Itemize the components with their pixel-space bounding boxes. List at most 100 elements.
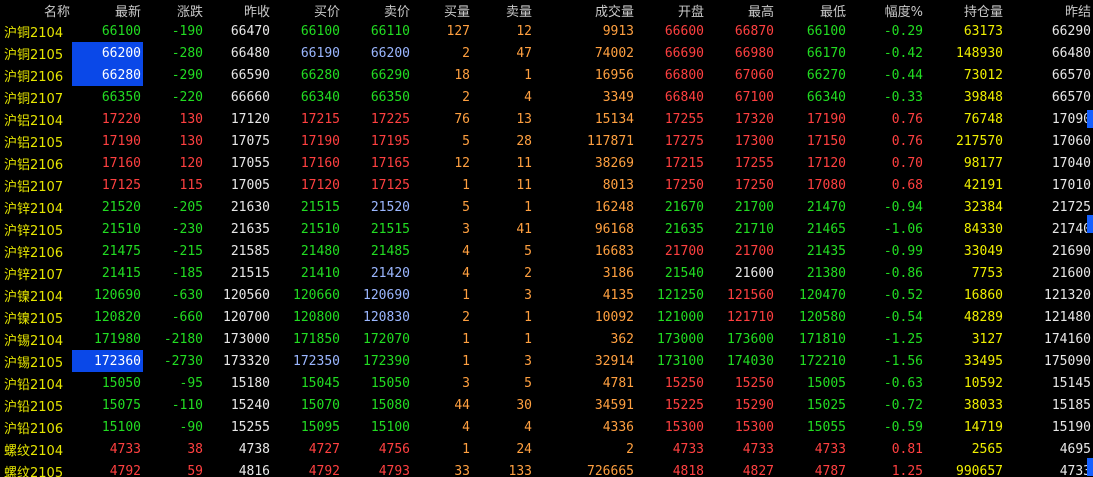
cell-vol: 4336: [602, 419, 634, 435]
cell-bidvol: 5: [462, 133, 470, 149]
cell-bidvol: 1: [462, 287, 470, 303]
table-row[interactable]: 沪铅2105 15075 -110 15240 15070 15080 44 30 34591 1…: [0, 394, 1093, 416]
cell-askvol: 1: [524, 331, 532, 347]
cell-settle: 4733: [1059, 463, 1091, 477]
cell-ask: 120690: [363, 287, 410, 303]
table-row[interactable]: 沪铝2104 17220 130 17120 17215 17225 76 13 15134 17…: [0, 108, 1093, 130]
cell-last: 15075: [101, 397, 141, 413]
table-row[interactable]: 沪铜2106 66280 -290 66590 66280 66290 18 1 16956 66…: [0, 64, 1093, 86]
cell-oi: 3127: [971, 331, 1003, 347]
column-header[interactable]: 最低: [776, 0, 848, 20]
table-row[interactable]: 沪锌2105 21510 -230 21635 21510 21515 3 41 96168 21…: [0, 218, 1093, 240]
table-row[interactable]: 沪铜2107 66350 -220 66660 66340 66350 2 4 3349 6684…: [0, 86, 1093, 108]
column-header[interactable]: 最新: [72, 0, 143, 20]
table-row[interactable]: 沪铅2104 15050 -95 15180 15045 15050 3 5 4781 15250…: [0, 372, 1093, 394]
table-row[interactable]: 螺纹2105 4792 59 4816 4792 4793 33 133 726665 4818 4…: [0, 460, 1093, 477]
table-row[interactable]: 沪锡2104 171980 -2180 173000 171850 172070 1 1 362…: [0, 328, 1093, 350]
cell-askvol: 24: [516, 441, 532, 457]
column-header[interactable]: 幅度%: [848, 0, 925, 20]
cell-settle: 4695: [1059, 441, 1091, 457]
cell-high: 21710: [734, 221, 774, 237]
cell-oi: 39848: [963, 89, 1003, 105]
column-header[interactable]: 昨收: [205, 0, 272, 20]
cell-bidvol: 2: [462, 309, 470, 325]
table-row[interactable]: 沪铝2106 17160 120 17055 17160 17165 12 11 38269 17…: [0, 152, 1093, 174]
cell-vol: 38269: [594, 155, 634, 171]
cell-chg: -190: [171, 23, 203, 39]
cell-prev: 4816: [238, 463, 270, 477]
table-row[interactable]: 螺纹2104 4733 38 4738 4727 4756 1 24 2 4733 4733 4733…: [0, 438, 1093, 460]
cell-last: 66280: [72, 64, 143, 86]
cell-ask: 120830: [363, 309, 410, 325]
table-row[interactable]: 沪镍2105 120820 -660 120700 120800 120830 2 1 1009…: [0, 306, 1093, 328]
cell-ask: 17225: [370, 111, 410, 127]
table-row[interactable]: 沪铝2107 17125 115 17005 17120 17125 1 11 8013 1725…: [0, 174, 1093, 196]
cell-oi: 84330: [963, 221, 1003, 237]
cell-ask: 15050: [370, 375, 410, 391]
cell-high: 174030: [727, 353, 774, 369]
column-header[interactable]: 昨结: [1005, 0, 1093, 20]
cell-bid: 21410: [300, 265, 340, 281]
table-row[interactable]: 沪铅2106 15100 -90 15255 15095 15100 4 4 4336 15300…: [0, 416, 1093, 438]
cell-open: 17255: [664, 111, 704, 127]
cell-pct: 0.70: [891, 155, 923, 171]
table-row[interactable]: 沪锡2105 172360 -2730 173320 172350 172390 1 3 329…: [0, 350, 1093, 372]
column-header[interactable]: 最高: [706, 0, 776, 20]
scroll-indicator[interactable]: [1087, 215, 1093, 233]
cell-ask: 21520: [370, 199, 410, 215]
column-header[interactable]: 买价: [272, 0, 342, 20]
column-header[interactable]: 成交量: [534, 0, 636, 20]
cell-settle: 17060: [1051, 133, 1091, 149]
contract-name: 沪锡2105: [4, 355, 64, 371]
cell-open: 15225: [664, 397, 704, 413]
cell-chg: -205: [171, 199, 203, 215]
cell-pct: 0.76: [891, 133, 923, 149]
cell-last: 15100: [101, 419, 141, 435]
cell-ask: 66290: [370, 67, 410, 83]
cell-askvol: 3: [524, 287, 532, 303]
column-header[interactable]: 开盘: [636, 0, 706, 20]
column-header[interactable]: 涨跌: [143, 0, 205, 20]
cell-prev: 4738: [238, 441, 270, 457]
cell-settle: 66570: [1051, 89, 1091, 105]
table-row[interactable]: 沪锌2106 21475 -215 21585 21480 21485 4 5 16683 217…: [0, 240, 1093, 262]
cell-chg: -290: [171, 67, 203, 83]
cell-high: 121560: [727, 287, 774, 303]
cell-last: 17125: [101, 177, 141, 193]
cell-chg: -110: [171, 397, 203, 413]
cell-prev: 66470: [230, 23, 270, 39]
scroll-indicator[interactable]: [1087, 110, 1093, 128]
cell-low: 66340: [806, 89, 846, 105]
cell-vol: 16248: [594, 199, 634, 215]
column-header[interactable]: 卖量: [472, 0, 534, 20]
contract-name: 沪铜2104: [4, 25, 64, 41]
cell-askvol: 1: [524, 199, 532, 215]
table-row[interactable]: 沪铜2104 66100 -190 66470 66100 66110 127 12 9913 6…: [0, 20, 1093, 42]
cell-pct: 1.25: [891, 463, 923, 477]
cell-bid: 120800: [293, 309, 340, 325]
table-row[interactable]: 沪锌2104 21520 -205 21630 21515 21520 5 1 16248 216…: [0, 196, 1093, 218]
cell-high: 4733: [742, 441, 774, 457]
column-header[interactable]: 持仓量: [925, 0, 1005, 20]
table-row[interactable]: 沪镍2104 120690 -630 120560 120660 120690 1 3 4135…: [0, 284, 1093, 306]
cell-vol: 74002: [594, 45, 634, 61]
cell-bid: 15095: [300, 419, 340, 435]
cell-bid: 66340: [300, 89, 340, 105]
column-header[interactable]: 买量: [412, 0, 472, 20]
column-header[interactable]: 卖价: [342, 0, 412, 20]
cell-oi: 16860: [963, 287, 1003, 303]
cell-last: 21520: [101, 199, 141, 215]
table-row[interactable]: 沪锌2107 21415 -185 21515 21410 21420 4 2 3186 2154…: [0, 262, 1093, 284]
cell-prev: 21515: [230, 265, 270, 281]
column-header[interactable]: 名称: [0, 0, 72, 20]
cell-oi: 33049: [963, 243, 1003, 259]
cell-open: 17275: [664, 133, 704, 149]
cell-chg: -660: [171, 309, 203, 325]
scroll-indicator[interactable]: [1087, 458, 1093, 476]
contract-name: 沪锌2105: [4, 223, 64, 239]
table-row[interactable]: 沪铝2105 17190 130 17075 17190 17195 5 28 117871 17…: [0, 130, 1093, 152]
cell-low: 17150: [806, 133, 846, 149]
cell-pct: 0.76: [891, 111, 923, 127]
table-row[interactable]: 沪铜2105 66200 -280 66480 66190 66200 2 47 74002 66…: [0, 42, 1093, 64]
cell-ask: 21485: [370, 243, 410, 259]
